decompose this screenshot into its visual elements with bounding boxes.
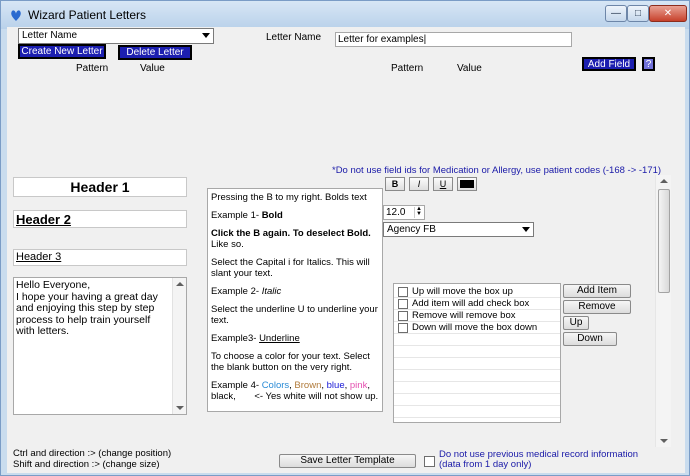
app-icon bbox=[11, 10, 21, 21]
save-template-button[interactable]: Save Letter Template bbox=[279, 454, 416, 468]
list-empty-row bbox=[394, 370, 560, 382]
pattern-label: Pattern bbox=[76, 63, 109, 74]
checkbox-list[interactable]: Up will move the box up Add item will ad… bbox=[393, 283, 561, 423]
scrollbar-thumb[interactable] bbox=[658, 189, 670, 293]
app-window: Wizard Patient Letters — □ ✕ Letter Name… bbox=[0, 0, 690, 476]
maximize-button[interactable]: □ bbox=[627, 5, 649, 22]
no-previous-records-checkbox[interactable] bbox=[424, 456, 435, 467]
checkbox[interactable] bbox=[398, 287, 408, 297]
value-label: Value bbox=[140, 63, 165, 74]
instruction-bold: Pressing the B to my right. Bolds text bbox=[211, 192, 367, 203]
list-empty-row bbox=[394, 406, 560, 418]
color-button[interactable] bbox=[457, 177, 477, 191]
instructions-textarea[interactable]: Pressing the B to my right. Bolds text E… bbox=[207, 188, 383, 412]
stepper-arrows-icon[interactable]: ▲ ▼ bbox=[414, 206, 423, 218]
header-1-field[interactable]: Header 1 bbox=[13, 177, 187, 197]
list-item[interactable]: Down will move the box down bbox=[394, 322, 560, 334]
chevron-down-icon bbox=[202, 33, 210, 38]
header-3-field[interactable]: Header 3 bbox=[13, 249, 187, 266]
create-letter-button[interactable]: Create New Letter bbox=[18, 44, 106, 59]
remove-button[interactable]: Remove bbox=[563, 300, 631, 314]
list-empty-row bbox=[394, 346, 560, 358]
minimize-button[interactable]: — bbox=[605, 5, 627, 22]
color-swatch bbox=[460, 180, 474, 188]
letter-body-text: Hello Everyone, I hope your having a gre… bbox=[16, 279, 158, 337]
checkbox[interactable] bbox=[398, 311, 408, 321]
scroll-down-icon[interactable] bbox=[176, 406, 184, 410]
example-4: Example 4- Colors, Brown, blue, pink, bl… bbox=[211, 380, 379, 402]
chevron-down-icon bbox=[522, 227, 530, 232]
close-button[interactable]: ✕ bbox=[649, 5, 687, 22]
letter-name-select-value: Letter Name bbox=[22, 30, 78, 41]
checkbox[interactable] bbox=[398, 323, 408, 333]
instruction-italic: Select the Capital i for Italics. This w… bbox=[211, 257, 370, 279]
font-size-value: 12.0 bbox=[386, 207, 406, 218]
list-item[interactable]: Up will move the box up bbox=[394, 286, 560, 298]
italic-button[interactable]: I bbox=[409, 177, 429, 191]
instruction-underline: Select the underline U to underline your… bbox=[211, 304, 378, 326]
text-cursor: | bbox=[423, 34, 427, 45]
help-button[interactable]: ? bbox=[642, 57, 655, 71]
letter-name-select[interactable]: Letter Name bbox=[18, 28, 214, 44]
delete-letter-button[interactable]: Delete Letter bbox=[118, 45, 192, 60]
font-name-select[interactable]: Agency FB bbox=[383, 222, 534, 237]
header-2-field[interactable]: Header 2 bbox=[13, 210, 187, 228]
client-area: Letter Name Create New Letter Delete Let… bbox=[7, 27, 685, 473]
letter-name-label: Letter Name bbox=[266, 32, 322, 43]
field-id-note: *Do not use field ids for Medication or … bbox=[332, 165, 662, 176]
checkbox[interactable] bbox=[398, 299, 408, 309]
list-empty-row bbox=[394, 382, 560, 394]
add-field-button[interactable]: Add Field bbox=[582, 57, 636, 71]
letter-name-field-value: Letter for examples bbox=[338, 34, 424, 45]
font-name-value: Agency FB bbox=[387, 224, 436, 235]
down-button[interactable]: Down bbox=[563, 332, 617, 346]
font-size-stepper[interactable]: 12.0 ▲ ▼ bbox=[383, 205, 425, 220]
main-scrollbar[interactable] bbox=[655, 175, 671, 447]
body-scrollbar[interactable] bbox=[172, 278, 186, 414]
hint-ctrl: Ctrl and direction :> (change position) bbox=[13, 448, 172, 459]
bold-button[interactable]: B bbox=[385, 177, 405, 191]
scroll-down-icon[interactable] bbox=[660, 439, 668, 443]
example-2: Example 2- Italic bbox=[211, 286, 282, 297]
example-1: Example 1- Bold bbox=[211, 210, 283, 221]
letter-name-field[interactable]: Letter for examples| bbox=[335, 32, 572, 47]
example-3: Example3- Underline bbox=[211, 333, 300, 344]
add-item-button[interactable]: Add Item bbox=[563, 284, 631, 298]
title-bar: Wizard Patient Letters — □ ✕ bbox=[1, 1, 689, 29]
value-label-2: Value bbox=[457, 63, 482, 74]
pattern-label-2: Pattern bbox=[391, 63, 424, 74]
up-button[interactable]: Up bbox=[563, 316, 589, 330]
letter-body-textarea[interactable]: Hello Everyone, I hope your having a gre… bbox=[13, 277, 187, 415]
list-item[interactable]: Add item will add check box bbox=[394, 298, 560, 310]
list-empty-row bbox=[394, 358, 560, 370]
instruction-deselect: Click the B again. To deselect Bold. Lik… bbox=[211, 228, 371, 250]
list-empty-row bbox=[394, 334, 560, 346]
list-empty-row bbox=[394, 394, 560, 406]
hint-shift: Shift and direction :> (change size) bbox=[13, 459, 160, 470]
list-item[interactable]: Remove will remove box bbox=[394, 310, 560, 322]
scroll-up-icon[interactable] bbox=[660, 179, 668, 183]
scroll-up-icon[interactable] bbox=[176, 282, 184, 286]
instruction-color: To choose a color for your text. Select … bbox=[211, 351, 370, 373]
no-previous-records-label: Do not use previous medical record infor… bbox=[439, 449, 639, 470]
underline-button[interactable]: U bbox=[433, 177, 453, 191]
window-title: Wizard Patient Letters bbox=[28, 8, 147, 22]
